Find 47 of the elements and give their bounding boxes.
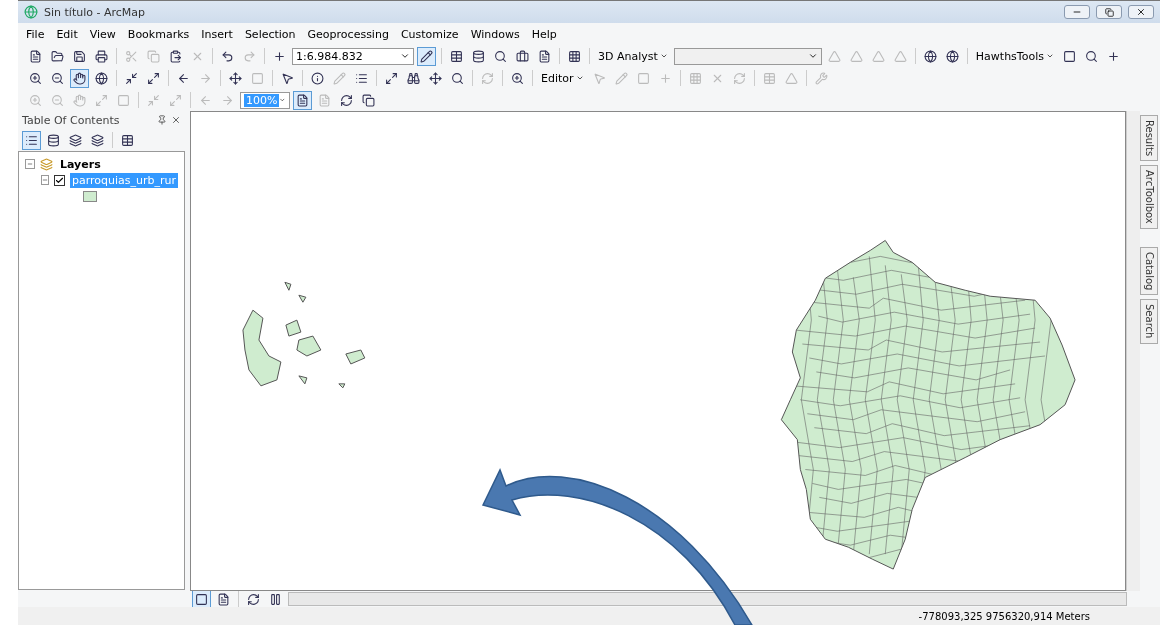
pin-icon[interactable] [157,115,167,125]
minimize-button[interactable] [1064,5,1090,19]
menu-item[interactable]: File [22,25,49,43]
3d-analyst-menu[interactable]: 3D Analyst [595,49,671,63]
side-tab[interactable]: Catalog [1140,246,1158,296]
menu-item[interactable]: Geoprocessing [303,25,393,43]
caret-icon [659,52,668,60]
toggle-draft-icon[interactable] [293,90,312,110]
vertical-scrollbar[interactable] [1126,111,1140,591]
list-by-drawing-order-icon[interactable] [22,130,41,150]
check-icon [55,175,64,185]
symbol-swatch [83,190,97,202]
menu-item[interactable]: Insert [197,25,237,43]
caret-icon [807,51,818,61]
horizontal-scrollbar[interactable] [288,592,1127,606]
app-icon [24,5,38,19]
layer-dropdown[interactable] [673,47,822,65]
menu-item[interactable]: Customize [396,25,463,43]
collapse-icon[interactable] [41,175,49,185]
close-icon [1136,7,1146,17]
hawths-tools-menu[interactable]: HawthsTools [972,49,1057,63]
close-icon[interactable] [171,115,181,125]
scale-field[interactable]: 1:6.984.832 [292,47,414,65]
caret-icon [1045,52,1054,60]
close-button[interactable] [1128,5,1154,19]
layers-icon [40,157,53,171]
coordinates-readout: -778093,325 9756320,914 Meters [918,610,1090,622]
panel-title: Table Of Contents [22,113,120,127]
side-tab[interactable]: ArcToolbox [1140,165,1158,229]
window-title: Sin título - ArcMap [44,5,146,19]
menu-item[interactable]: View [85,25,120,43]
caret-icon [575,74,584,82]
layer-checkbox[interactable] [54,174,65,186]
collapse-icon[interactable] [25,159,35,169]
menu-item[interactable]: Help [527,25,561,43]
restore-icon [1104,7,1114,17]
menu-item[interactable]: Edit [52,25,82,43]
side-tab[interactable]: Results [1140,115,1158,162]
side-tab[interactable]: Search [1140,299,1158,344]
editor-menu[interactable]: Editor [538,71,587,85]
caret-icon [400,51,410,61]
menu-item[interactable]: Selection [240,25,300,43]
layers-label[interactable]: Layers [58,156,103,172]
menu-item[interactable]: Bookmarks [123,25,194,43]
pan-icon[interactable] [70,68,89,88]
restore-button[interactable] [1096,5,1122,19]
menu-item[interactable]: Windows [466,25,524,43]
